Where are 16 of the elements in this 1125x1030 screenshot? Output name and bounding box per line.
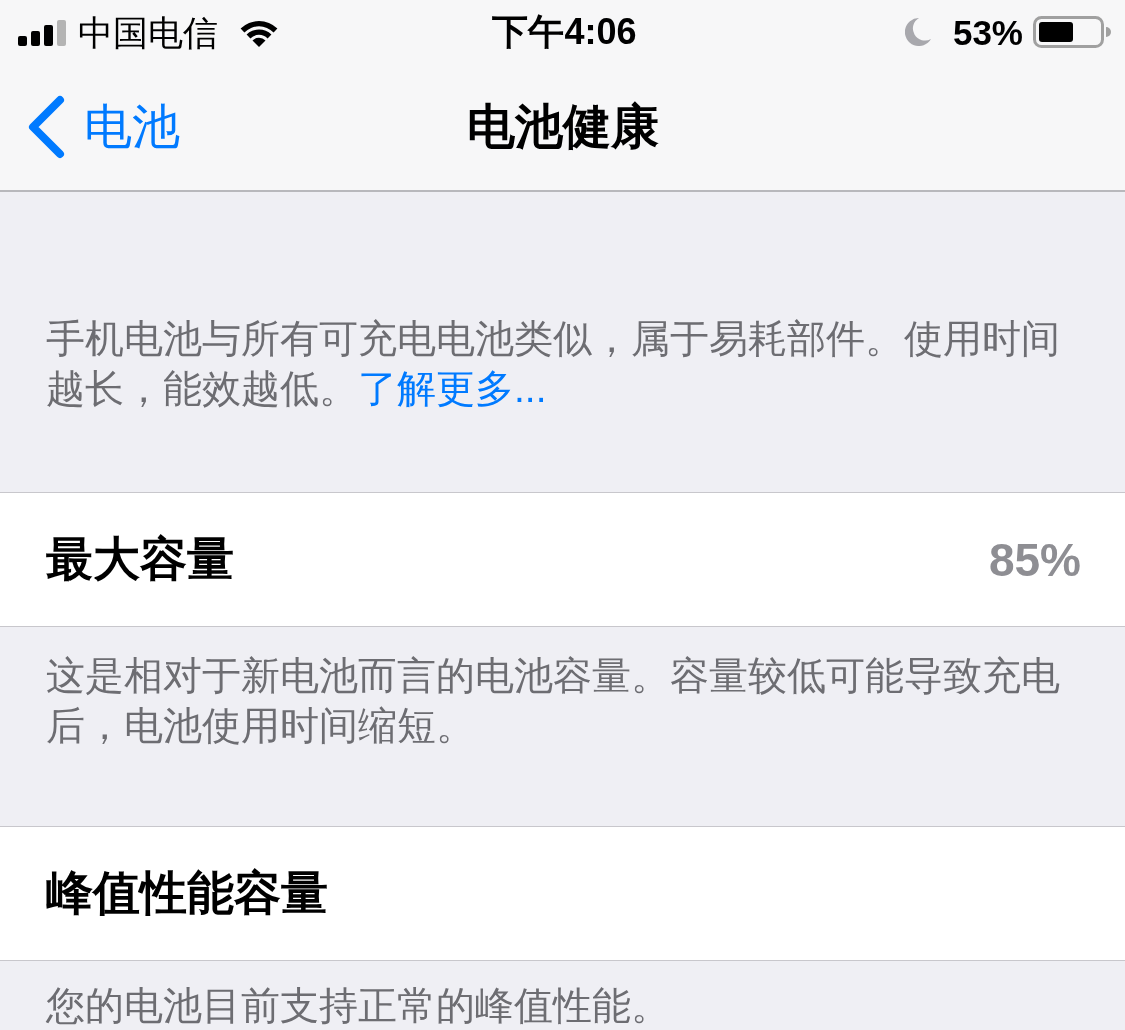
section-footer-text: 您的电池目前支持正常的峰值性能。: [46, 983, 671, 1029]
battery-icon: [1033, 16, 1111, 48]
learn-more-link[interactable]: 了解更多...: [358, 367, 547, 410]
intro-paragraph: 手机电池与所有可充电电池类似，属于易耗部件。使用时间越长，能效越低。了解更多...: [46, 316, 1061, 412]
back-button[interactable]: 电池: [0, 95, 188, 159]
row-label: 最大容量: [46, 531, 234, 587]
row-label: 峰值性能容量: [46, 865, 328, 921]
row-value: 85%: [988, 532, 1081, 587]
section-footer-text: 这是相对于新电池而言的电池容量。容量较低可能导致充电后，电池使用时间缩短。: [46, 653, 1061, 749]
carrier-name: 中国电信: [78, 14, 218, 50]
chevron-left-icon: [26, 95, 66, 159]
status-time: 下午4:06: [492, 14, 637, 50]
signal-icon: [18, 20, 66, 46]
page-title: 电池健康: [466, 99, 659, 156]
moon-icon: [904, 18, 931, 46]
battery-percentage: 53%: [952, 14, 1023, 50]
